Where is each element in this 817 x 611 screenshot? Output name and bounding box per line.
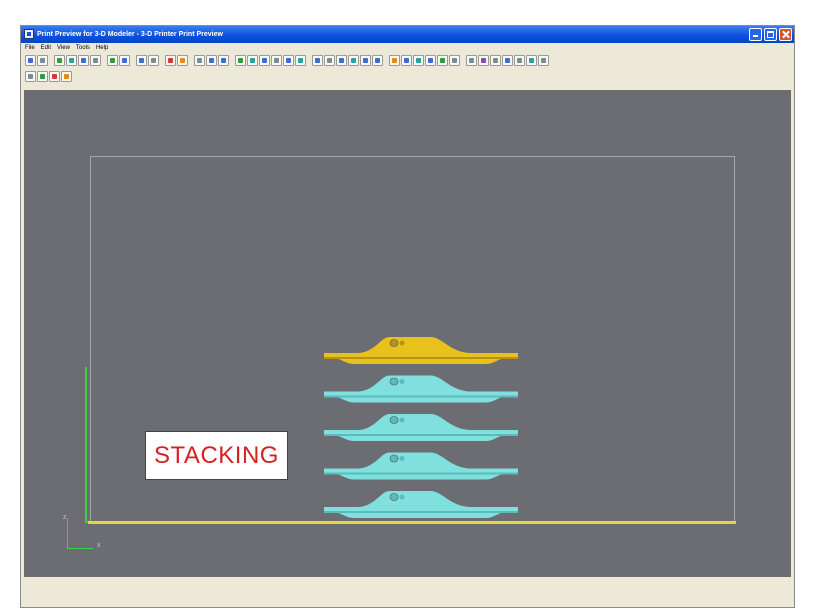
toolbar-tool-icon[interactable] (259, 55, 270, 66)
toolbar-tool-icon[interactable] (61, 71, 72, 82)
stacked-part (324, 491, 518, 518)
triad-x-label: x (97, 542, 101, 549)
close-icon[interactable] (779, 28, 792, 41)
toolbar-tool-icon[interactable] (165, 55, 176, 66)
toolbar-tool-icon[interactable] (526, 55, 537, 66)
toolbar-tool-icon[interactable] (372, 55, 383, 66)
main-toolbar-group (389, 55, 461, 66)
toolbar-tool-icon[interactable] (283, 55, 294, 66)
triad-z-label: z (63, 514, 67, 521)
toolbar-tool-icon[interactable] (348, 55, 359, 66)
main-toolbar-group (466, 55, 550, 66)
toolbar-tool-icon[interactable] (271, 55, 282, 66)
main-toolbar-group (54, 55, 102, 66)
toolbar-tool-icon[interactable] (538, 55, 549, 66)
toolbar-tool-icon[interactable] (25, 55, 36, 66)
print-preview-viewport[interactable]: z x STACKING (24, 90, 791, 577)
toolbar-tool-icon[interactable] (437, 55, 448, 66)
toolbar-tool-icon[interactable] (37, 55, 48, 66)
toolbar-tool-icon[interactable] (490, 55, 501, 66)
triad-x-axis (67, 548, 93, 549)
title-bar: Print Preview for 3-D Modeler - 3-D Prin… (21, 26, 794, 43)
main-toolbar-group (194, 55, 230, 66)
toolbar-tool-icon[interactable] (136, 55, 147, 66)
main-toolbar-group (25, 55, 49, 66)
toolbar-tool-icon[interactable] (148, 55, 159, 66)
toolbar-tool-icon[interactable] (324, 55, 335, 66)
toolbar-tool-icon[interactable] (514, 55, 525, 66)
print-preview-window: Print Preview for 3-D Modeler - 3-D Prin… (20, 25, 795, 608)
toolbar-tool-icon[interactable] (90, 55, 101, 66)
menu-bar: File Edit View Tools Help (21, 43, 794, 53)
stacking-label: STACKING (145, 431, 288, 480)
maximize-icon[interactable] (764, 28, 777, 41)
window-controls (749, 28, 792, 41)
toolbar-tool-icon[interactable] (389, 55, 400, 66)
app-icon (24, 29, 34, 39)
toolbar-tool-icon[interactable] (25, 71, 36, 82)
toolbar-tool-icon[interactable] (177, 55, 188, 66)
toolbar-tool-icon[interactable] (502, 55, 513, 66)
toolbar-tool-icon[interactable] (466, 55, 477, 66)
menu-help[interactable]: Help (96, 43, 108, 53)
triad-z-axis (67, 518, 68, 548)
toolbar-tool-icon[interactable] (336, 55, 347, 66)
toolbar-tool-icon[interactable] (194, 55, 205, 66)
toolbar-tool-icon[interactable] (37, 71, 48, 82)
window-title: Print Preview for 3-D Modeler - 3-D Prin… (37, 31, 223, 38)
toolbar-tool-icon[interactable] (235, 55, 246, 66)
toolbar-tool-icon[interactable] (78, 55, 89, 66)
toolbar-tool-icon[interactable] (295, 55, 306, 66)
menu-view[interactable]: View (57, 43, 70, 53)
toolbar-tool-icon[interactable] (206, 55, 217, 66)
toolbar-tool-icon[interactable] (49, 71, 60, 82)
toolbar-tool-icon[interactable] (425, 55, 436, 66)
main-toolbar (25, 54, 555, 67)
menu-edit[interactable]: Edit (41, 43, 51, 53)
secondary-toolbar (25, 70, 78, 83)
main-toolbar-group (235, 55, 307, 66)
toolbar-tool-icon[interactable] (54, 55, 65, 66)
stacked-part (324, 414, 518, 441)
toolbar-tool-icon[interactable] (119, 55, 130, 66)
toolbar-tool-icon[interactable] (312, 55, 323, 66)
toolbar-tool-icon[interactable] (360, 55, 371, 66)
stacked-parts (324, 337, 518, 518)
main-toolbar-group (312, 55, 384, 66)
toolbar-tool-icon[interactable] (413, 55, 424, 66)
stacked-part (324, 452, 518, 480)
main-toolbar-group (165, 55, 189, 66)
menu-tools[interactable]: Tools (76, 43, 90, 53)
toolbar-tool-icon[interactable] (107, 55, 118, 66)
toolbar-tool-icon[interactable] (218, 55, 229, 66)
secondary-toolbar-group (25, 71, 73, 82)
stacked-part-top (324, 337, 518, 364)
toolbar-tool-icon[interactable] (449, 55, 460, 66)
stacked-part (324, 375, 518, 403)
toolbar-tool-icon[interactable] (66, 55, 77, 66)
minimize-icon[interactable] (749, 28, 762, 41)
menu-file[interactable]: File (25, 43, 35, 53)
toolbar-tool-icon[interactable] (247, 55, 258, 66)
main-toolbar-group (107, 55, 131, 66)
toolbar-tool-icon[interactable] (401, 55, 412, 66)
main-toolbar-group (136, 55, 160, 66)
toolbar-tool-icon[interactable] (478, 55, 489, 66)
